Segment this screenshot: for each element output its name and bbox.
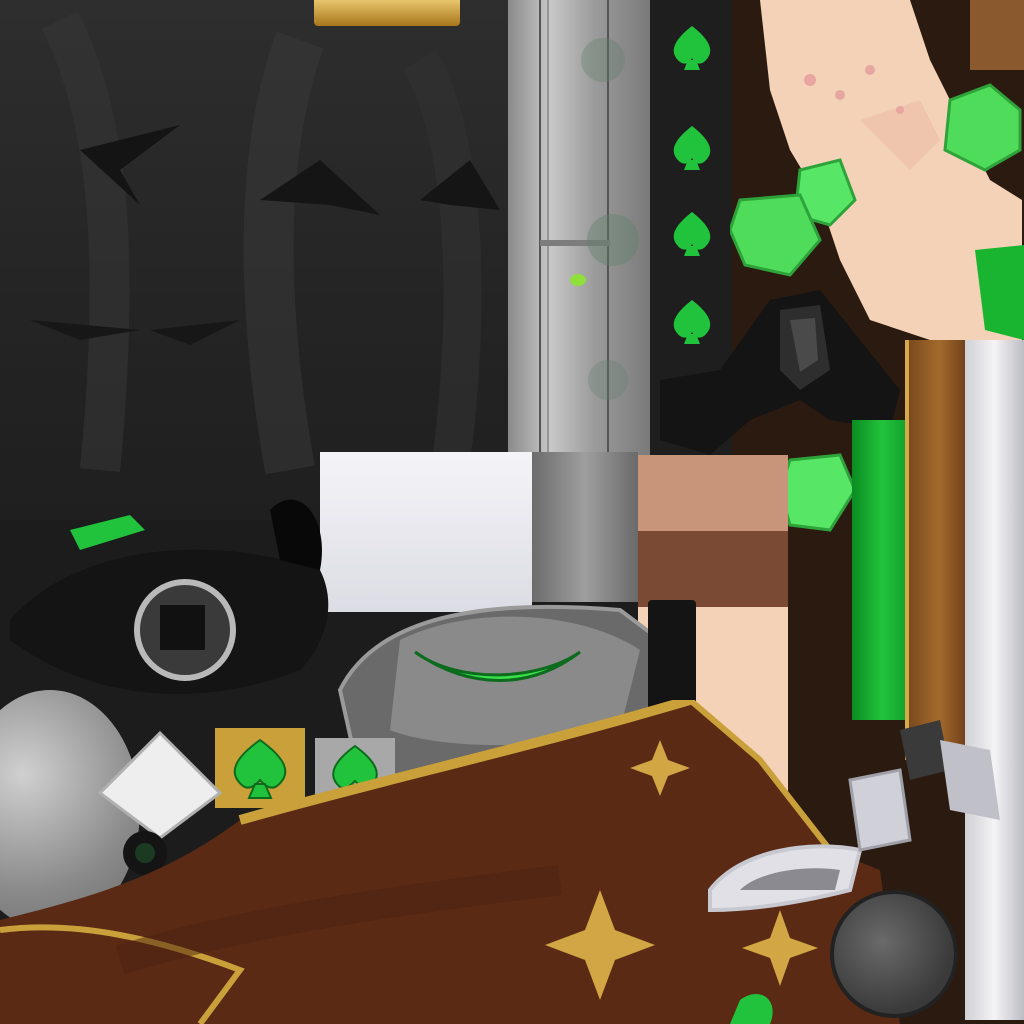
dark-fabric-folds	[30, 11, 500, 475]
metal-strip	[508, 0, 650, 455]
spade-icon	[673, 126, 711, 170]
gold-trim-top	[314, 0, 460, 26]
armor-pieces	[848, 720, 1000, 852]
spade-icon	[673, 212, 711, 256]
dark-fabric-panel	[0, 0, 510, 520]
green-cape	[852, 420, 912, 720]
white-plate	[320, 452, 532, 612]
steel-block	[532, 452, 638, 602]
metal-strip-details	[539, 0, 639, 455]
spade-icon	[673, 26, 711, 70]
gold-trim-right	[905, 340, 969, 760]
